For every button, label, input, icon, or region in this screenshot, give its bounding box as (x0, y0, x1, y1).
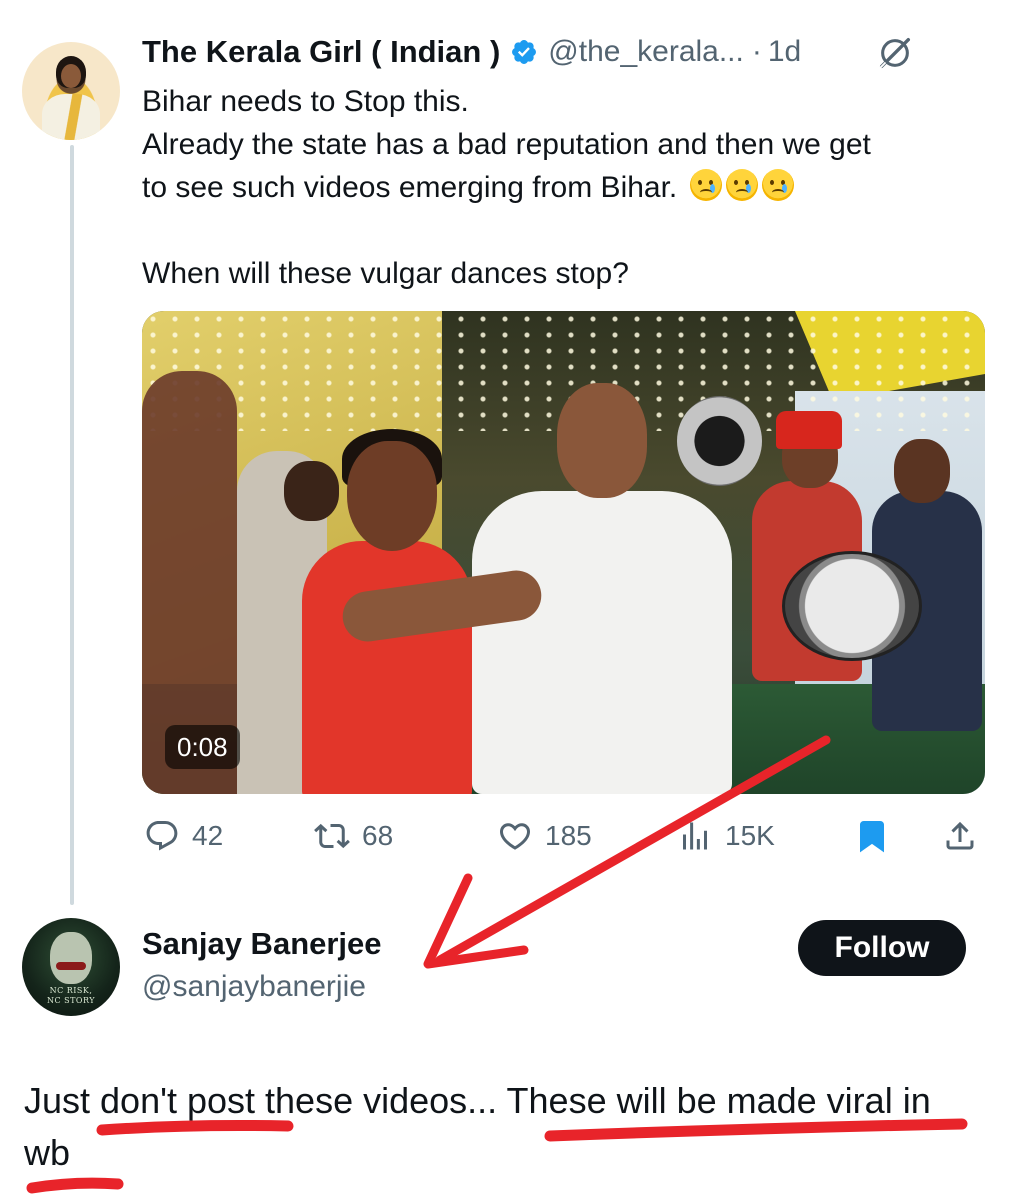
reply-author-handle[interactable]: @sanjaybanerjie (142, 970, 366, 1004)
underlined-phrase: These will be made viral (506, 1080, 893, 1121)
verified-badge-icon (512, 40, 537, 64)
author-handle[interactable]: @the_kerala... (548, 35, 744, 69)
views-count: 15K (725, 820, 775, 851)
crying-face-icon (761, 169, 794, 201)
tweet-question: When will these vulgar dances stop? (142, 257, 629, 290)
reply-author-avatar[interactable]: NC RISK, NC STORY (22, 918, 120, 1016)
red-underline-annotation (26, 1177, 124, 1194)
views-icon (683, 822, 707, 850)
tweet-timestamp[interactable]: 1d (768, 35, 801, 69)
author-name[interactable]: The Kerala Girl ( Indian ) (142, 34, 500, 70)
tweet-body: Bihar needs to Stop this. Already the st… (142, 80, 992, 295)
tweet-line: Already the state has a bad reputation a… (142, 128, 871, 161)
repost-count: 68 (362, 820, 394, 851)
crying-face-icon (689, 169, 722, 201)
avatar-caption: NC RISK, NC STORY (46, 986, 96, 1005)
views-button[interactable]: 15K (677, 810, 775, 862)
tweet-header: The Kerala Girl ( Indian ) @the_kerala..… (142, 30, 801, 74)
bookmark-button[interactable] (854, 810, 890, 862)
follow-button[interactable]: Follow (798, 920, 966, 976)
repost-button[interactable]: 68 (314, 810, 393, 862)
share-button[interactable] (942, 810, 978, 862)
like-count: 185 (545, 820, 592, 851)
video-duration: 0:08 (165, 725, 240, 769)
thread-connector-line (70, 145, 74, 905)
tweet-video[interactable] (142, 311, 985, 794)
heart-icon (499, 823, 531, 850)
tweet-action-bar: 42 68 185 15K (142, 810, 985, 862)
like-button[interactable]: 185 (497, 810, 592, 862)
bookmark-filled-icon (860, 821, 884, 853)
grok-icon[interactable] (876, 34, 914, 72)
reply-icon (146, 821, 178, 851)
reply-count: 42 (192, 820, 224, 851)
tweet-line: Bihar needs to Stop this. (142, 85, 469, 118)
repost-icon (314, 823, 350, 849)
author-avatar[interactable] (22, 42, 120, 140)
reply-body: Just don't post these videos... These wi… (24, 1080, 931, 1173)
reply-author-name[interactable]: Sanjay Banerjee (142, 926, 382, 962)
separator-dot: · (751, 35, 762, 68)
crying-face-icon (725, 169, 758, 201)
share-icon (946, 821, 974, 850)
tweet-line: to see such videos emerging from Bihar. (142, 166, 992, 209)
reply-button[interactable]: 42 (144, 810, 223, 862)
underlined-phrase: don't post (100, 1080, 256, 1121)
